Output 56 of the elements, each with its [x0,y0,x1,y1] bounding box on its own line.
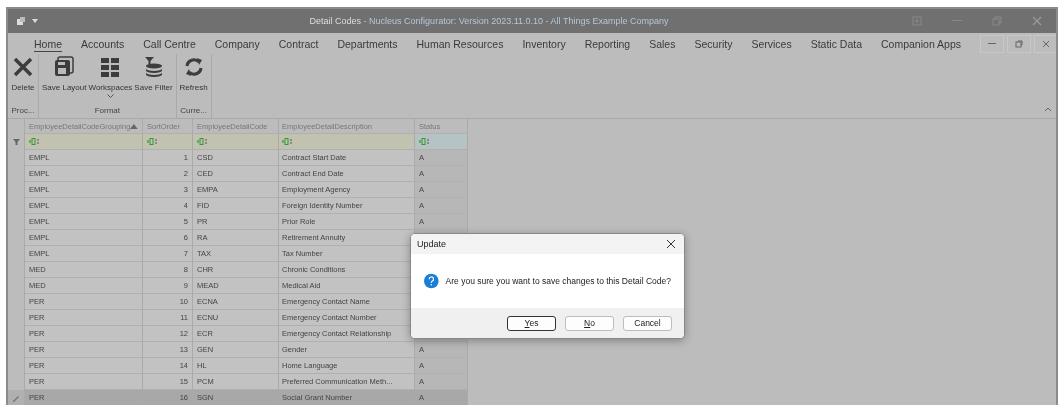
group-label: Curre... [180,106,207,117]
menu-tab[interactable]: Company [214,35,260,52]
restore-button[interactable] [1007,34,1031,53]
menu-tab[interactable]: Departments [337,35,398,52]
filter-icon [12,139,20,145]
menu-tab[interactable]: Static Data [810,35,862,52]
collapse-icon[interactable] [1044,107,1052,112]
filter-cell[interactable] [193,134,279,150]
delete-icon [11,55,35,79]
dialog-button[interactable]: Yes [507,315,556,331]
menu-tab[interactable]: Accounts [81,35,125,52]
filter-cell[interactable] [279,134,415,150]
caret-icon [106,94,114,98]
dialog-message: Are you sure you want to save changes to this Detail Code? [445,276,671,286]
dialog-button[interactable]: No [565,315,614,331]
menu-tab[interactable]: Contract [278,35,319,52]
menu-tab[interactable]: Inventory [522,35,566,52]
ribbon-button[interactable]: Save Layout [42,54,87,106]
question-icon [424,271,439,291]
menu-tab[interactable]: Services [751,35,792,52]
menu-tab[interactable]: Home [34,35,62,52]
menu-tab[interactable]: Reporting [584,35,631,52]
menu-tab[interactable]: Sales [649,35,676,52]
minimize-button[interactable] [980,34,1004,53]
filter-condition-icon [419,138,429,145]
filter-condition-icon [197,138,207,145]
pencil-icon [12,394,20,402]
menu-tab[interactable]: Security [694,35,733,52]
ribbon-button[interactable]: Workspaces [88,54,133,106]
filter-condition-icon [147,138,157,145]
group-label: Proc... [11,106,35,117]
group-label: Format [94,106,120,117]
floppy-disk-icon [52,55,77,79]
close-button[interactable] [1034,34,1056,53]
sort-ascending-icon [130,123,138,129]
menu-tab[interactable]: Companion Apps [881,35,961,52]
ribbon-button[interactable]: Delete [11,54,35,106]
close-icon[interactable] [666,239,676,249]
filter-condition-icon [29,138,39,145]
caret-icon[interactable] [32,19,38,23]
minimize-icon [988,42,996,45]
filter-condition-icon [282,138,292,145]
window-subtitle: - Nucleus Configurator: Version 2023.11.0.10 - All Things Example Company [362,16,669,26]
dialog-title: Update [417,239,447,249]
close-icon [1042,39,1050,48]
filter-cell[interactable] [143,134,193,150]
menu-tab[interactable]: Human Resources [416,35,504,52]
ribbon-button[interactable]: Save Filter [134,54,173,106]
window-title: Detail Codes [309,16,362,26]
restore-icon [1015,39,1023,48]
ribbon-button[interactable]: Refresh [179,54,208,106]
window-icon[interactable] [16,16,26,26]
filter-cell[interactable] [25,134,143,150]
filter-cell[interactable] [415,134,468,150]
dialog-button[interactable]: Cancel [623,315,672,331]
menu-tab[interactable]: Call Centre [143,35,196,52]
